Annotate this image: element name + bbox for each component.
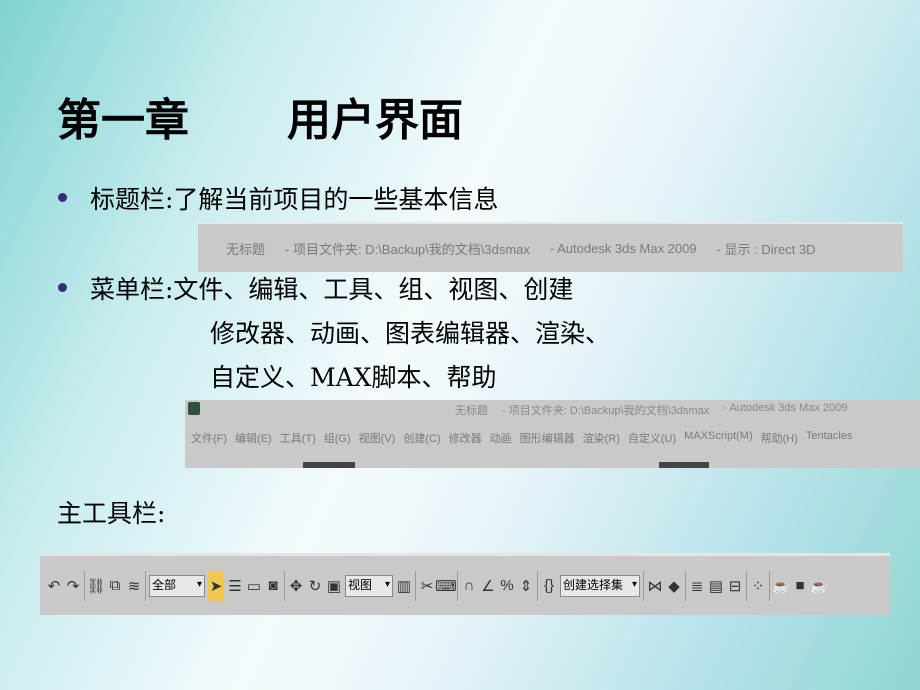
undo-icon[interactable]: ↶	[46, 571, 62, 601]
toolbar-heading: 主工具栏:	[57, 499, 166, 528]
separator	[643, 570, 644, 601]
keyboard-shortcut-icon[interactable]: ⌨	[435, 571, 457, 601]
menu-item[interactable]: 帮助(H)	[761, 430, 798, 446]
app-icon	[188, 402, 200, 415]
rendered-frame-icon[interactable]: ■	[792, 571, 808, 601]
redo-icon[interactable]: ↷	[65, 571, 81, 601]
rect-region-icon[interactable]: ▭	[246, 571, 262, 601]
bullet-menubar-line3: 自定义、MAX脚本、帮助	[210, 363, 497, 392]
menu-item[interactable]: 渲染(R)	[583, 430, 620, 446]
snap-3d-icon[interactable]: ∩	[461, 571, 477, 601]
menu-item[interactable]: 视图(V)	[359, 430, 396, 446]
menubar-title: 无标题 - 项目文件夹: D:\Backup\我的文档\3dsmax - Aut…	[185, 402, 920, 420]
align-icon[interactable]: ◆	[666, 571, 682, 601]
edit-named-sets-icon[interactable]: {}	[541, 571, 557, 601]
bullet-menubar: 菜单栏:文件、编辑、工具、组、视图、创建	[90, 275, 574, 304]
material-editor-icon[interactable]: ⁘	[750, 571, 766, 601]
percent-snap-icon[interactable]: %	[499, 571, 515, 601]
spinner-snap-icon[interactable]: ⇕	[518, 571, 534, 601]
menu-item[interactable]: 创建(C)	[403, 430, 440, 446]
use-pivot-icon[interactable]: ▥	[396, 571, 412, 601]
curve-editor-icon[interactable]: ▤	[708, 571, 724, 601]
manipulate-icon[interactable]: ✂	[419, 571, 435, 601]
menubar-screenshot: 无标题 - 项目文件夹: D:\Backup\我的文档\3dsmax - Aut…	[185, 400, 920, 468]
titlebar-text: - Autodesk 3ds Max 2009	[549, 240, 697, 256]
title-text: - Autodesk 3ds Max 2009	[723, 402, 848, 414]
menu-item[interactable]: 自定义(U)	[628, 430, 676, 446]
separator	[685, 570, 686, 601]
select-icon[interactable]: ➤	[208, 570, 224, 601]
menu-item[interactable]: 文件(F)	[191, 430, 227, 446]
page-title: 第一章 用户界面	[57, 84, 463, 148]
quick-render-icon[interactable]: ☕	[810, 571, 829, 601]
menu-row: 文件(F) 编辑(E) 工具(T) 组(G) 视图(V) 创建(C) 修改器 动画 图形编辑器渲…	[191, 430, 852, 446]
bullet-icon	[58, 193, 67, 202]
separator	[145, 570, 146, 601]
separator	[415, 570, 416, 601]
toolbar-fragment	[659, 462, 709, 468]
select-by-name-icon[interactable]: ☰	[227, 571, 243, 601]
bullet-menubar-line2: 修改器、动画、图表编辑器、渲染、	[210, 319, 611, 348]
menu-item[interactable]: 动画	[490, 430, 512, 446]
titlebar-text: - 显示 : Direct 3D	[716, 241, 816, 257]
menu-item[interactable]: 修改器	[449, 430, 482, 446]
menu-item[interactable]: 编辑(E)	[235, 430, 272, 446]
schematic-view-icon[interactable]: ⊟	[727, 571, 743, 601]
rotate-icon[interactable]: ↻	[307, 571, 323, 601]
main-toolbar-screenshot: ↶↷⛓⧉≋全部➤☰▭◙✥↻▣视图▥✂⌨∩∠%⇕{}创建选择集⋈◆≣▤⊟⁘☕■☕	[40, 553, 890, 615]
bind-space-warp-icon[interactable]: ≋	[126, 571, 142, 601]
chapter-label: 第一章	[57, 95, 189, 146]
link-icon[interactable]: ⛓	[86, 571, 105, 601]
chapter-name: 用户界面	[287, 95, 463, 146]
titlebar-screenshot: 无标题 - 项目文件夹: D:\Backup\我的文档\3dsmax - Aut…	[198, 222, 903, 272]
menu-item[interactable]: 工具(T)	[280, 430, 316, 446]
separator	[537, 570, 538, 601]
titlebar-text: 无标题	[226, 241, 266, 257]
mirror-icon[interactable]: ⋈	[647, 571, 663, 601]
title-text: 无标题	[455, 405, 488, 417]
render-setup-icon[interactable]: ☕	[772, 571, 791, 601]
separator	[284, 570, 285, 601]
menu-item[interactable]: Tentacles	[806, 430, 852, 446]
separator	[746, 570, 747, 601]
toolbar-fragment	[303, 462, 355, 468]
move-icon[interactable]: ✥	[288, 571, 304, 601]
window-crossing-icon[interactable]: ◙	[265, 571, 281, 601]
title-text: - 项目文件夹: D:\Backup\我的文档\3dsmax	[502, 405, 710, 417]
separator	[769, 570, 770, 601]
menu-item[interactable]: 组(G)	[324, 430, 351, 446]
separator	[84, 570, 85, 601]
bullet-icon	[58, 283, 67, 292]
menu-item[interactable]: MAXScript(M)	[684, 430, 752, 446]
titlebar-text: - 项目文件夹: D:\Backup\我的文档\3dsmax	[285, 241, 530, 257]
unlink-icon[interactable]: ⧉	[107, 571, 123, 601]
scale-icon[interactable]: ▣	[326, 571, 342, 601]
reference-coordinate-dropdown[interactable]: 视图	[345, 574, 393, 597]
named-selection-set-dropdown[interactable]: 创建选择集	[560, 574, 640, 597]
layer-manager-icon[interactable]: ≣	[689, 571, 705, 601]
separator	[457, 570, 458, 601]
bullet-titlebar: 标题栏:了解当前项目的一些基本信息	[90, 185, 499, 214]
angle-snap-icon[interactable]: ∠	[480, 571, 496, 601]
menu-item[interactable]: 图形编辑器	[520, 430, 575, 446]
selection-filter-dropdown[interactable]: 全部	[149, 574, 205, 597]
